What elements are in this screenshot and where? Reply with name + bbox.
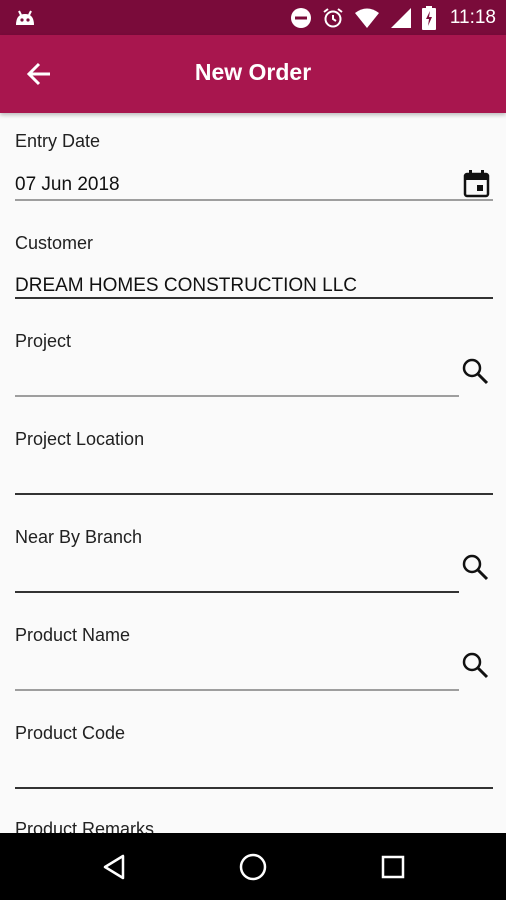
customer-underline [15,297,493,299]
wifi-icon [354,8,379,28]
customer-input[interactable]: DREAM HOMES CONSTRUCTION LLC [15,275,357,297]
search-icon [462,554,489,581]
nav-recents-button[interactable] [375,849,411,885]
customer-field: Customer DREAM HOMES CONSTRUCTION LLC [15,211,493,301]
calendar-icon [463,170,489,198]
near-by-branch-label: Near By Branch [15,527,143,547]
page-title: New Order [194,59,312,85]
project-underline [15,395,459,397]
product-remarks-label: Product Remarks [15,819,155,833]
product-code-underline [15,787,493,789]
product-name-underline [15,689,459,691]
nav-back-button[interactable] [96,849,132,885]
product-code-field: Product Code [15,701,493,791]
branch-search-button[interactable] [459,551,491,583]
product-code-label: Product Code [15,723,126,743]
entry-date-underline [15,199,493,201]
calendar-button[interactable] [461,169,491,199]
search-icon [462,652,489,679]
system-nav-bar [0,833,506,900]
home-circle-icon [239,853,267,881]
battery-charging-icon [421,5,436,30]
recents-square-icon [381,855,405,879]
status-time: 11:18 [449,6,496,28]
android-icon [16,10,34,25]
product-name-field: Product Name [15,603,493,693]
order-form: Entry Date 07 Jun 2018 Customer DREAM HO… [0,113,506,833]
product-name-label: Product Name [15,625,131,645]
project-search-button[interactable] [459,355,491,387]
cell-signal-icon [390,7,411,28]
app-toolbar: New Order [0,35,506,113]
product-remarks-field: Product Remarks [15,799,493,833]
alarm-icon [323,7,343,27]
product-search-button[interactable] [459,649,491,681]
project-location-field: Project Location [15,407,493,497]
near-by-branch-underline [15,591,459,593]
status-bar: 11:18 [0,0,506,35]
entry-date-input[interactable]: 07 Jun 2018 [15,174,120,196]
entry-date-field: Entry Date 07 Jun 2018 [15,113,493,208]
entry-date-label: Entry Date [15,131,101,151]
project-location-underline [15,493,493,495]
back-triangle-icon [103,854,125,880]
project-label: Project [15,331,72,351]
project-location-label: Project Location [15,429,145,449]
do-not-disturb-icon [290,7,311,28]
nav-home-button[interactable] [235,849,271,885]
project-field: Project [15,309,493,399]
customer-label: Customer [15,233,94,253]
near-by-branch-field: Near By Branch [15,505,493,595]
search-icon [462,358,489,385]
